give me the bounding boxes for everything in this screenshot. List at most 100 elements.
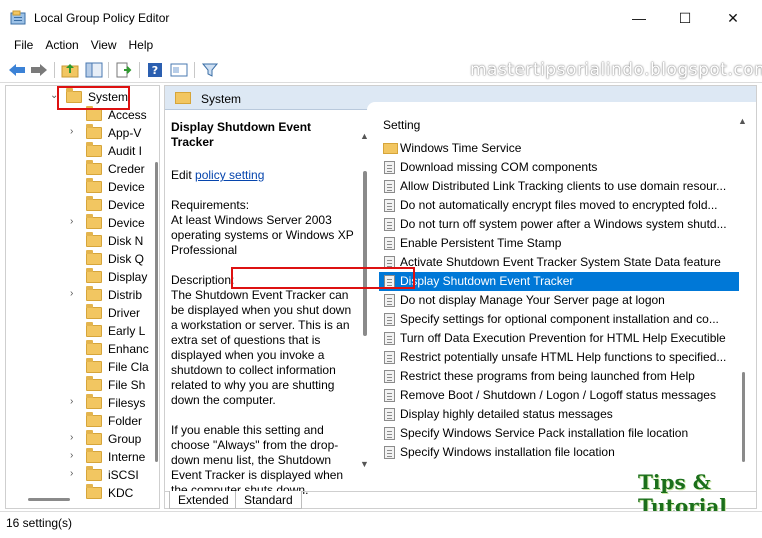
tree-item[interactable]: › Interne — [6, 448, 151, 466]
tree-item-label: KDC — [108, 486, 134, 500]
tree-item[interactable]: › App-V — [6, 124, 151, 142]
back-arrow-icon[interactable] — [7, 60, 27, 80]
menu-help[interactable]: Help — [123, 36, 160, 56]
tree-item[interactable]: Audit I — [6, 142, 151, 160]
setting-row[interactable]: Display highly detailed status messages — [379, 405, 739, 424]
group-policy-app-icon — [10, 10, 26, 26]
folder-icon — [86, 286, 102, 301]
expand-chevron-icon[interactable]: › — [70, 432, 73, 443]
expand-chevron-icon[interactable]: › — [70, 126, 73, 137]
setting-label: Download missing COM components — [400, 160, 598, 174]
folder-icon — [86, 430, 102, 445]
tree-item[interactable]: Device — [6, 178, 151, 196]
expand-chevron-icon[interactable]: › — [70, 216, 73, 227]
tree-item-label: Enhanc — [108, 342, 149, 356]
tree-item-label: Interne — [108, 450, 146, 464]
expand-chevron-icon[interactable]: › — [70, 288, 73, 299]
tree-item[interactable]: Enhanc — [6, 340, 151, 358]
setting-column-header[interactable]: Setting — [383, 118, 420, 132]
folder-icon — [86, 268, 102, 283]
setting-label: Remove Boot / Shutdown / Logon / Logoff … — [400, 388, 716, 402]
tree-item[interactable]: Creder — [6, 160, 151, 178]
tree-horizontal-scroll-thumb[interactable] — [28, 498, 70, 501]
setting-row[interactable]: Specify Windows installation file locati… — [379, 443, 739, 462]
setting-row[interactable]: Restrict potentially unsafe HTML Help fu… — [379, 348, 739, 367]
settings-scrollbar[interactable]: ▲ — [738, 116, 748, 468]
tab-standard[interactable]: Standard — [235, 491, 302, 509]
tree-item[interactable]: Folder — [6, 412, 151, 430]
tree-scroll-thumb[interactable] — [155, 162, 158, 462]
folder-icon — [86, 376, 102, 391]
setting-row[interactable]: Remove Boot / Shutdown / Logon / Logoff … — [379, 386, 739, 405]
folder-icon — [86, 196, 102, 211]
policy-setting-icon — [384, 199, 395, 212]
menu-view[interactable]: View — [85, 36, 123, 56]
policy-setting-icon — [384, 161, 395, 174]
tree-item[interactable]: › iSCSI — [6, 466, 151, 484]
folder-icon — [86, 358, 102, 373]
tree-item[interactable]: Early L — [6, 322, 151, 340]
export-list-icon[interactable] — [114, 60, 134, 80]
setting-row[interactable]: Turn off Data Execution Prevention for H… — [379, 329, 739, 348]
setting-label: Display highly detailed status messages — [400, 407, 613, 421]
setting-label: Do not turn off system power after a Win… — [400, 217, 727, 231]
tree-item-label: Disk Q — [108, 252, 144, 266]
menu-file[interactable]: File — [8, 36, 39, 56]
watermark-text: mastertipsorialindo.blogspot.com — [470, 60, 762, 80]
show-hide-tree-icon[interactable] — [84, 60, 104, 80]
close-button[interactable]: ✕ — [710, 0, 756, 36]
maximize-button[interactable]: ☐ — [662, 0, 708, 36]
svg-text:?: ? — [152, 64, 158, 77]
tree-vertical-scrollbar[interactable] — [152, 86, 159, 496]
tree-item[interactable]: › Device — [6, 214, 151, 232]
settings-scroll-thumb[interactable] — [742, 372, 745, 462]
setting-row[interactable]: Allow Distributed Link Tracking clients … — [379, 177, 739, 196]
tree-item[interactable]: › Distrib — [6, 286, 151, 304]
setting-row[interactable]: Display Shutdown Event Tracker — [379, 272, 739, 291]
expand-chevron-icon[interactable]: › — [70, 468, 73, 479]
extended-view-icon[interactable] — [169, 60, 189, 80]
setting-row[interactable]: Restrict these programs from being launc… — [379, 367, 739, 386]
tree-item-label: Device — [108, 198, 145, 212]
policy-setting-link[interactable]: policy setting — [195, 168, 264, 182]
tree-item[interactable]: Driver — [6, 304, 151, 322]
settings-scroll-up-icon[interactable]: ▲ — [738, 116, 747, 126]
filter-icon[interactable] — [200, 60, 220, 80]
policy-setting-icon — [384, 180, 395, 193]
tree-item-label: Creder — [108, 162, 145, 176]
setting-row[interactable]: Enable Persistent Time Stamp — [379, 234, 739, 253]
tree-item-label: Device — [108, 216, 145, 230]
setting-row[interactable]: Do not automatically encrypt files moved… — [379, 196, 739, 215]
expand-chevron-icon[interactable]: › — [70, 450, 73, 461]
tree-item[interactable]: Device — [6, 196, 151, 214]
tree-item[interactable]: Display — [6, 268, 151, 286]
help-icon[interactable]: ? — [145, 60, 165, 80]
tree-item[interactable]: › Group — [6, 430, 151, 448]
setting-row[interactable]: Download missing COM components — [379, 158, 739, 177]
forward-arrow-icon[interactable] — [29, 60, 49, 80]
tree-item[interactable]: File Sh — [6, 376, 151, 394]
setting-label: Specify Windows Service Pack installatio… — [400, 426, 689, 440]
tree-item[interactable]: File Cla — [6, 358, 151, 376]
setting-row[interactable]: Do not turn off system power after a Win… — [379, 215, 739, 234]
tree-pane: ⌄ System Access › App-V Audit I Creder Device De… — [5, 85, 160, 509]
setting-row[interactable]: Specify Windows Service Pack installatio… — [379, 424, 739, 443]
tree-item-label: Filesys — [108, 396, 146, 410]
tab-extended[interactable]: Extended — [169, 491, 238, 509]
tree-item[interactable]: Disk N — [6, 232, 151, 250]
policy-setting-icon — [384, 389, 395, 402]
setting-folder-row[interactable]: Windows Time Service — [379, 139, 739, 158]
up-folder-icon[interactable] — [60, 60, 80, 80]
setting-row[interactable]: Specify settings for optional component … — [379, 310, 739, 329]
menu-action[interactable]: Action — [39, 36, 84, 56]
setting-row[interactable]: Do not display Manage Your Server page a… — [379, 291, 739, 310]
selected-setting-highlight-box — [231, 267, 415, 289]
tree-item[interactable]: Disk Q — [6, 250, 151, 268]
minimize-button[interactable]: — — [616, 0, 662, 36]
folder-icon — [86, 250, 102, 265]
tree-item[interactable]: › Filesys — [6, 394, 151, 412]
expand-chevron-icon[interactable]: › — [70, 396, 73, 407]
setting-label: Display Shutdown Event Tracker — [400, 274, 574, 288]
setting-row[interactable]: Activate Shutdown Event Tracker System S… — [379, 253, 739, 272]
details-header-title: System — [201, 92, 242, 106]
